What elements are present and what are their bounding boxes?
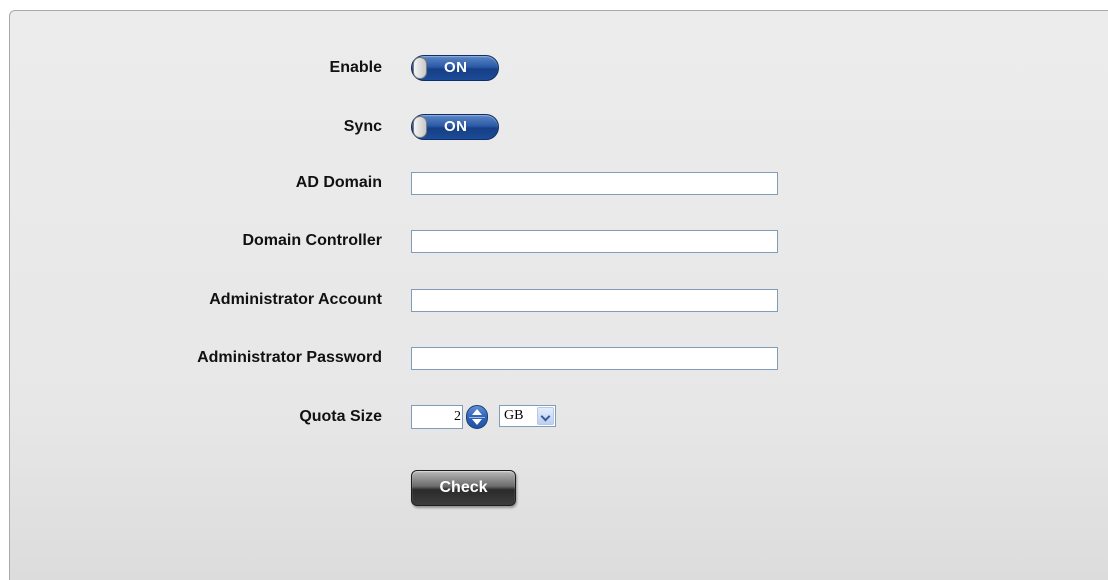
spin-up-icon[interactable]: [472, 409, 482, 415]
admin-account-row: Administrator Account: [10, 287, 1108, 313]
sync-toggle-text: ON: [444, 118, 468, 135]
quota-size-label: Quota Size: [299, 408, 382, 425]
admin-account-input[interactable]: [411, 289, 778, 312]
toggle-knob-icon: [413, 116, 427, 138]
ad-domain-row: AD Domain: [10, 170, 1108, 196]
toggle-knob-icon: [413, 57, 427, 79]
quota-unit-value: GB: [504, 408, 524, 423]
enable-label: Enable: [329, 59, 382, 76]
ad-domain-input[interactable]: [411, 172, 778, 195]
quota-size-input[interactable]: [411, 405, 463, 429]
enable-toggle-text: ON: [444, 59, 468, 76]
enable-row: Enable ON: [10, 55, 1108, 81]
ad-domain-label: AD Domain: [295, 174, 382, 191]
enable-toggle[interactable]: ON: [411, 55, 499, 81]
quota-size-row: Quota Size GB: [10, 404, 1108, 430]
domain-controller-row: Domain Controller: [10, 228, 1108, 254]
sync-label: Sync: [343, 118, 382, 135]
domain-controller-label: Domain Controller: [242, 232, 382, 249]
check-button[interactable]: Check: [411, 470, 516, 506]
ad-settings-panel: Enable ON Sync ON AD Domain Domain Contr…: [9, 10, 1108, 580]
admin-password-row: Administrator Password: [10, 345, 1108, 371]
check-row: Check: [10, 470, 1108, 506]
admin-account-label: Administrator Account: [209, 291, 382, 308]
spin-up-down-icon[interactable]: [466, 405, 488, 429]
admin-password-input[interactable]: [411, 347, 778, 370]
domain-controller-input[interactable]: [411, 230, 778, 253]
spinner-divider: [469, 417, 485, 418]
chevron-down-icon[interactable]: [537, 407, 554, 425]
quota-unit-select[interactable]: GB: [499, 405, 556, 427]
sync-toggle[interactable]: ON: [411, 114, 499, 140]
spin-down-icon[interactable]: [472, 419, 482, 425]
admin-password-label: Administrator Password: [197, 349, 382, 366]
sync-row: Sync ON: [10, 114, 1108, 140]
